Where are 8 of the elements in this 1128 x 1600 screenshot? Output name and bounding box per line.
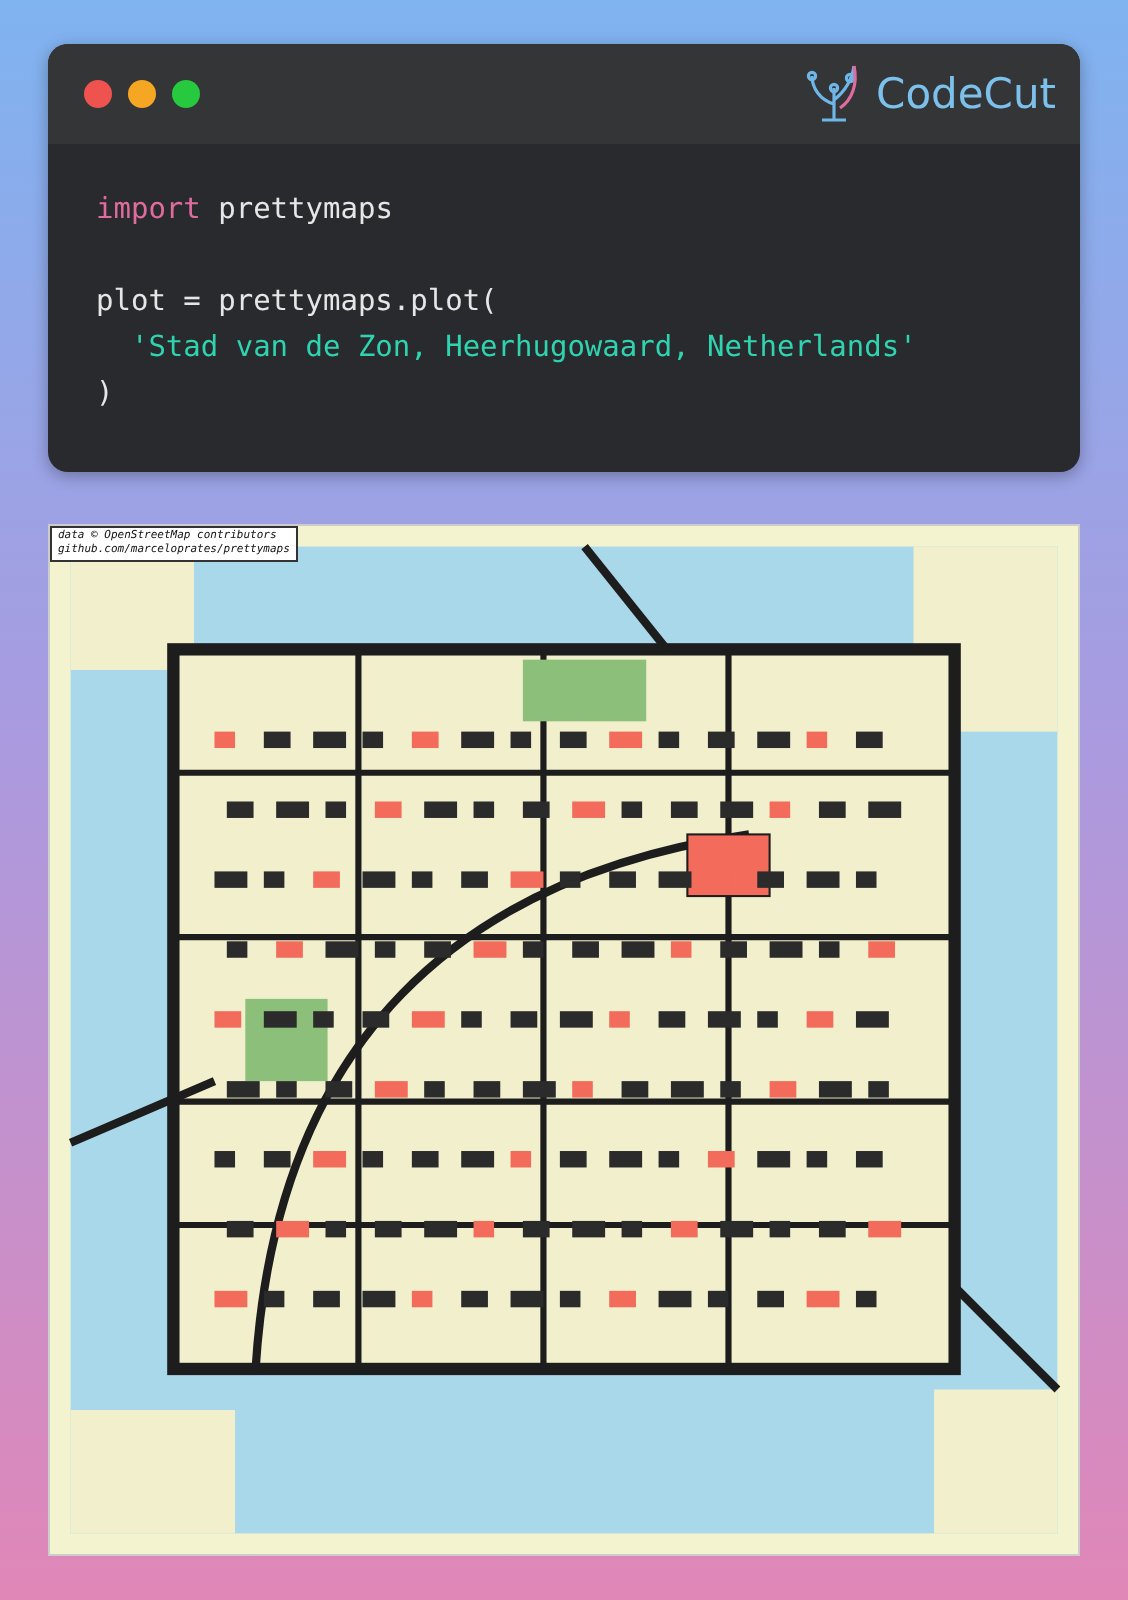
code-line: 'Stad van de Zon, Heerhugowaard, Netherlands' [128, 332, 917, 364]
window-control-dot[interactable] [172, 80, 200, 108]
code-line: ) [96, 378, 114, 410]
window-control-dot[interactable] [128, 80, 156, 108]
window-control-dot[interactable] [84, 80, 112, 108]
code-line: plot = prettymaps.plot( [96, 286, 498, 318]
code-line: import prettymaps [96, 194, 393, 226]
brand-name: CodeCut [876, 70, 1056, 118]
